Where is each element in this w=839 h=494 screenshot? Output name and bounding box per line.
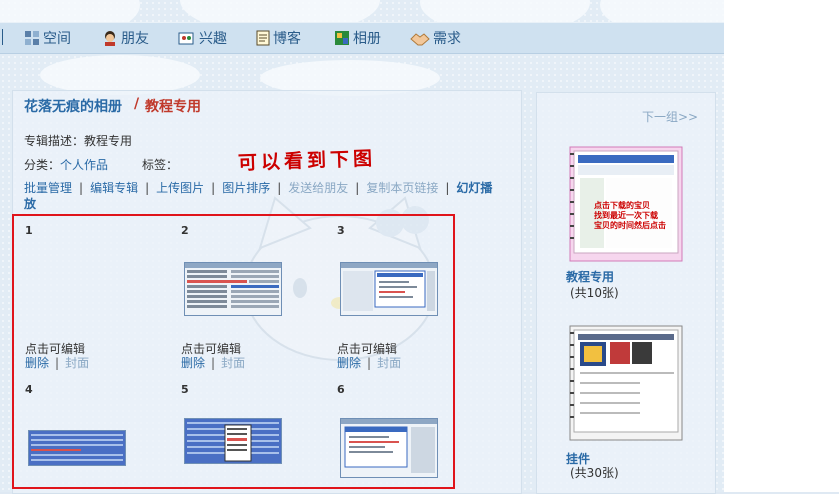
photo-thumbnail[interactable] — [340, 418, 438, 478]
send-friends-link[interactable]: 发送给朋友 — [288, 181, 348, 195]
spreadsheet-screenshot — [185, 263, 281, 315]
album-cover-tutorial[interactable]: 点击下载的宝贝 找到最近一次下载 宝贝的时间然后点击 — [566, 145, 684, 263]
photo-number: 3 — [337, 224, 345, 237]
tutorial-cover-text: 点击下载的宝贝 找到最近一次下载 宝贝的时间然后点击 — [594, 201, 680, 231]
top-navigation: 空间 朋友 兴趣 博客 相册 需求 — [0, 22, 724, 54]
nav-needs-label: 需求 — [433, 31, 461, 47]
breadcrumb-separator: / — [134, 96, 140, 112]
photo-number: 5 — [181, 383, 189, 396]
cover-link[interactable]: 封面 — [377, 356, 401, 370]
album-owner-title[interactable]: 花落无痕的相册 — [24, 96, 122, 116]
blog-icon — [256, 30, 270, 46]
upload-link[interactable]: 上传图片 — [156, 181, 204, 195]
nav-friends[interactable]: 朋友 — [102, 28, 149, 48]
friends-icon — [105, 31, 115, 46]
notebook-frame — [569, 325, 683, 441]
cloud-decoration — [40, 55, 200, 95]
album-description: 专辑描述：教程专用 — [24, 134, 133, 148]
nav-needs[interactable]: 需求 — [410, 28, 461, 48]
nav-blog[interactable]: 博客 — [256, 28, 301, 48]
album-action-bar: 批量管理 | 编辑专辑 | 上传图片 | 图片排序 | 发送给朋友 | 复制本页链接 | 幻灯播放 — [24, 180, 504, 212]
photo-ops: 删除 | 封面 — [337, 354, 401, 371]
category-label: 分类： — [24, 158, 61, 172]
album-name: 教程专用 — [145, 99, 201, 115]
next-group-link[interactable]: 下一组>> — [642, 108, 698, 125]
divider: | — [277, 181, 282, 195]
photo-number: 2 — [181, 224, 189, 237]
edit-album-link[interactable]: 编辑专辑 — [90, 181, 138, 195]
delete-link[interactable]: 删除 — [181, 356, 205, 370]
copy-link[interactable]: 复制本页链接 — [366, 181, 438, 195]
nav-album-label: 相册 — [353, 31, 381, 47]
menu-screenshot — [185, 419, 281, 463]
cover-link[interactable]: 封面 — [65, 356, 89, 370]
batch-manage-link[interactable]: 批量管理 — [24, 181, 72, 195]
interest-icon — [178, 32, 194, 45]
divider: | — [145, 181, 150, 195]
side-album-count: (共30张) — [570, 466, 619, 480]
photo-thumbnail[interactable] — [28, 430, 126, 466]
photo-ops: 删除 | 封面 — [181, 354, 245, 371]
nav-blog-label: 博客 — [273, 31, 301, 47]
nav-space[interactable]: 空间 — [24, 28, 71, 48]
divider: | — [445, 181, 450, 195]
delete-link[interactable]: 删除 — [337, 356, 361, 370]
divider: | — [79, 181, 84, 195]
photo-number: 6 — [337, 383, 345, 396]
side-album-count: (共10张) — [570, 286, 619, 300]
photo-number: 4 — [25, 383, 33, 396]
outer-margin — [724, 0, 839, 492]
handshake-icon — [410, 33, 430, 46]
nav-divider — [2, 29, 3, 45]
photo-thumbnail[interactable] — [184, 262, 282, 316]
photo-ops: 删除 | 封面 — [25, 354, 89, 371]
divider: | — [211, 356, 216, 370]
nav-album[interactable]: 相册 — [334, 28, 381, 48]
window-screenshot — [341, 419, 437, 477]
album-category: 分类：个人作品 — [24, 156, 108, 173]
photo-thumbnail[interactable] — [340, 262, 438, 316]
nav-interests-label: 兴趣 — [199, 31, 227, 47]
cover-line: 宝贝的时间然后点击 — [594, 221, 666, 230]
album-cover-widgets[interactable] — [566, 324, 684, 442]
divider: | — [211, 181, 216, 195]
cover-line: 点击下载的宝贝 — [594, 201, 650, 210]
nav-interests[interactable]: 兴趣 — [178, 28, 227, 48]
divider: | — [367, 356, 372, 370]
photo-number: 1 — [25, 224, 33, 237]
dialog-screenshot — [341, 263, 437, 315]
nav-space-label: 空间 — [43, 31, 71, 47]
handwritten-annotation: 可以看到下图 — [237, 147, 377, 175]
nav-friends-label: 朋友 — [121, 31, 149, 47]
blue-table-screenshot — [29, 431, 125, 465]
divider: | — [55, 356, 60, 370]
album-tags: 标签： — [142, 158, 179, 172]
divider: | — [355, 181, 360, 195]
photo-thumbnail[interactable] — [184, 418, 282, 464]
side-album-name[interactable]: 教程专用 — [566, 268, 614, 285]
album-icon — [335, 31, 349, 45]
category-link[interactable]: 个人作品 — [60, 158, 108, 172]
grid-icon — [25, 31, 39, 45]
cover-link[interactable]: 封面 — [221, 356, 245, 370]
cover-line: 找到最近一次下载 — [594, 211, 658, 220]
sort-photos-link[interactable]: 图片排序 — [222, 181, 270, 195]
delete-link[interactable]: 删除 — [25, 356, 49, 370]
